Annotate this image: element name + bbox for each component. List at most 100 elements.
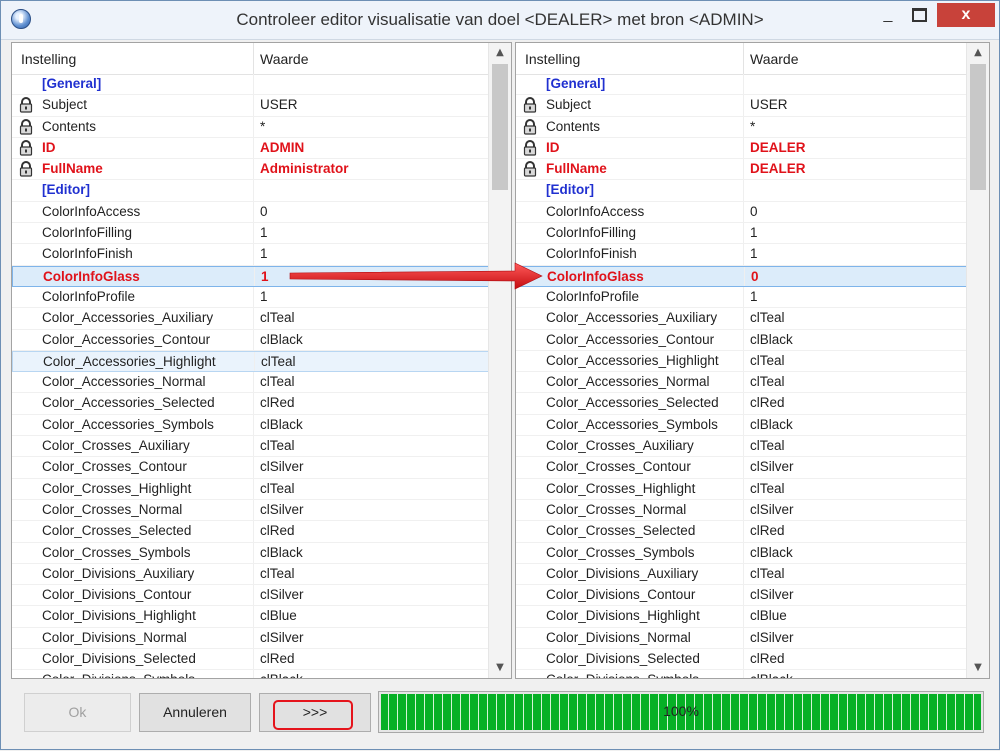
table-row[interactable]: FullName DEALER [516, 159, 968, 181]
table-row[interactable]: Color_Crosses_Selected clRed [516, 521, 968, 543]
setting-name: [Editor] [42, 182, 90, 198]
ok-button[interactable]: Ok [24, 693, 131, 732]
table-row[interactable]: Color_Crosses_Contour clSilver [12, 457, 490, 479]
table-row[interactable]: Color_Crosses_Selected clRed [12, 521, 490, 543]
cancel-button[interactable]: Annuleren [139, 693, 251, 732]
table-row[interactable]: Color_Accessories_Symbols clBlack [516, 414, 968, 437]
table-row[interactable]: [Editor] [516, 180, 968, 202]
setting-value: clSilver [260, 459, 304, 475]
column-divider[interactable] [743, 43, 744, 74]
scroll-down-arrow-icon[interactable]: ▼ [967, 658, 989, 678]
title-bar[interactable]: Controleer editor visualisatie van doel … [1, 1, 999, 40]
column-header-value[interactable]: Waarde [260, 51, 309, 67]
column-divider[interactable] [253, 43, 254, 74]
setting-name: Color_Crosses_Contour [42, 459, 187, 475]
scroll-thumb[interactable] [492, 64, 508, 190]
cell-divider [743, 393, 744, 414]
table-row[interactable]: Color_Accessories_Selected clRed [12, 393, 490, 415]
table-row[interactable]: Contents * [516, 116, 968, 138]
setting-name: ColorInfoProfile [546, 288, 640, 304]
table-row[interactable]: Color_Accessories_Contour clBlack [516, 329, 968, 351]
table-row[interactable]: Subject USER [516, 95, 968, 117]
cell-divider [743, 329, 744, 350]
cell-divider [254, 351, 255, 372]
column-header-setting[interactable]: Instelling [21, 51, 76, 67]
cell-divider [743, 286, 744, 308]
table-row[interactable]: [General] [12, 74, 490, 96]
table-row[interactable]: ColorInfoFilling 1 [12, 223, 490, 245]
table-row[interactable]: Color_Divisions_Normal clSilver [516, 627, 968, 650]
vertical-scrollbar[interactable]: ▲ ▼ [966, 43, 989, 678]
source-settings-grid[interactable]: Instelling Waarde [General] Subject USER Co… [11, 42, 512, 679]
table-row[interactable]: Color_Crosses_Highlight clTeal [12, 478, 490, 500]
table-row[interactable]: Color_Divisions_Selected clRed [12, 649, 490, 671]
table-row[interactable]: Color_Accessories_Highlight clTeal [516, 350, 968, 373]
table-row[interactable]: [Editor] [12, 180, 490, 202]
cell-divider [253, 74, 254, 95]
setting-name: Color_Divisions_Contour [546, 587, 696, 603]
table-row[interactable]: [General] [516, 74, 968, 96]
table-row[interactable]: Color_Divisions_Highlight clBlue [12, 606, 490, 628]
table-row[interactable]: Subject USER [12, 95, 490, 117]
table-row[interactable]: Color_Divisions_Contour clSilver [516, 585, 968, 607]
table-row[interactable]: Color_Divisions_Auxiliary clTeal [12, 563, 490, 586]
maximize-button[interactable] [906, 3, 932, 27]
table-row[interactable]: Color_Divisions_Auxiliary clTeal [516, 563, 968, 586]
close-button[interactable]: x [937, 3, 995, 27]
table-row[interactable]: Color_Divisions_Symbols clBlack [12, 670, 490, 678]
table-row[interactable]: ColorInfoGlass 1 [12, 265, 490, 287]
table-row[interactable]: Color_Crosses_Symbols clBlack [12, 542, 490, 564]
table-row[interactable]: Color_Accessories_Normal clTeal [12, 372, 490, 394]
table-row[interactable]: Color_Crosses_Normal clSilver [516, 499, 968, 522]
table-row[interactable]: Color_Divisions_Symbols clBlack [516, 670, 968, 678]
table-row[interactable]: Color_Accessories_Contour clBlack [12, 329, 490, 351]
column-header-setting[interactable]: Instelling [525, 51, 580, 67]
cell-divider [253, 201, 254, 223]
table-row[interactable]: Color_Divisions_Highlight clBlue [516, 606, 968, 628]
table-row[interactable]: ColorInfoGlass 0 [516, 265, 968, 287]
cell-divider [253, 393, 254, 414]
table-row[interactable]: Color_Accessories_Auxiliary clTeal [516, 308, 968, 330]
setting-name: Color_Divisions_Auxiliary [42, 565, 195, 581]
scroll-thumb[interactable] [970, 64, 986, 190]
table-row[interactable]: ColorInfoFilling 1 [516, 223, 968, 245]
setting-name: [Editor] [546, 182, 594, 198]
table-row[interactable]: Color_Divisions_Selected clRed [516, 649, 968, 671]
table-row[interactable]: Color_Crosses_Normal clSilver [12, 499, 490, 522]
setting-name: ColorInfoAccess [42, 203, 141, 219]
table-row[interactable]: Contents * [12, 116, 490, 138]
scroll-up-arrow-icon[interactable]: ▲ [967, 43, 989, 63]
table-row[interactable]: Color_Accessories_Selected clRed [516, 393, 968, 415]
table-row[interactable]: Color_Crosses_Contour clSilver [516, 457, 968, 479]
table-row[interactable]: Color_Crosses_Symbols clBlack [516, 542, 968, 564]
table-row[interactable]: Color_Crosses_Highlight clTeal [516, 478, 968, 500]
table-row[interactable]: Color_Crosses_Auxiliary clTeal [12, 436, 490, 458]
setting-name: Subject [546, 97, 592, 113]
table-row[interactable]: Color_Accessories_Normal clTeal [516, 372, 968, 394]
vertical-scrollbar[interactable]: ▲ ▼ [488, 43, 511, 678]
table-row[interactable]: ColorInfoAccess 0 [516, 201, 968, 224]
table-row[interactable]: Color_Accessories_Symbols clBlack [12, 414, 490, 437]
table-row[interactable]: Color_Accessories_Auxiliary clTeal [12, 308, 490, 330]
setting-name: Color_Divisions_Auxiliary [546, 565, 699, 581]
table-row[interactable]: ID DEALER [516, 137, 968, 160]
table-row[interactable]: FullName Administrator [12, 159, 490, 181]
setting-value: clTeal [750, 438, 785, 454]
cell-divider [253, 585, 254, 606]
table-row[interactable]: Color_Divisions_Normal clSilver [12, 627, 490, 650]
table-row[interactable]: ColorInfoFinish 1 [12, 244, 490, 266]
table-row[interactable]: Color_Crosses_Auxiliary clTeal [516, 436, 968, 458]
scroll-up-arrow-icon[interactable]: ▲ [489, 43, 511, 63]
table-row[interactable]: ID ADMIN [12, 137, 490, 160]
target-settings-grid[interactable]: Instelling Waarde [General] Subject USER Co… [515, 42, 990, 679]
table-row[interactable]: ColorInfoProfile 1 [12, 286, 490, 309]
table-row[interactable]: ColorInfoFinish 1 [516, 244, 968, 266]
table-row[interactable]: Color_Accessories_Highlight clTeal [12, 350, 490, 373]
column-header-value[interactable]: Waarde [750, 51, 799, 67]
table-row[interactable]: ColorInfoAccess 0 [12, 201, 490, 224]
table-row[interactable]: ColorInfoProfile 1 [516, 286, 968, 309]
cell-divider [743, 159, 744, 180]
table-row[interactable]: Color_Divisions_Contour clSilver [12, 585, 490, 607]
minimize-button[interactable]: _ [873, 3, 903, 27]
scroll-down-arrow-icon[interactable]: ▼ [489, 658, 511, 678]
